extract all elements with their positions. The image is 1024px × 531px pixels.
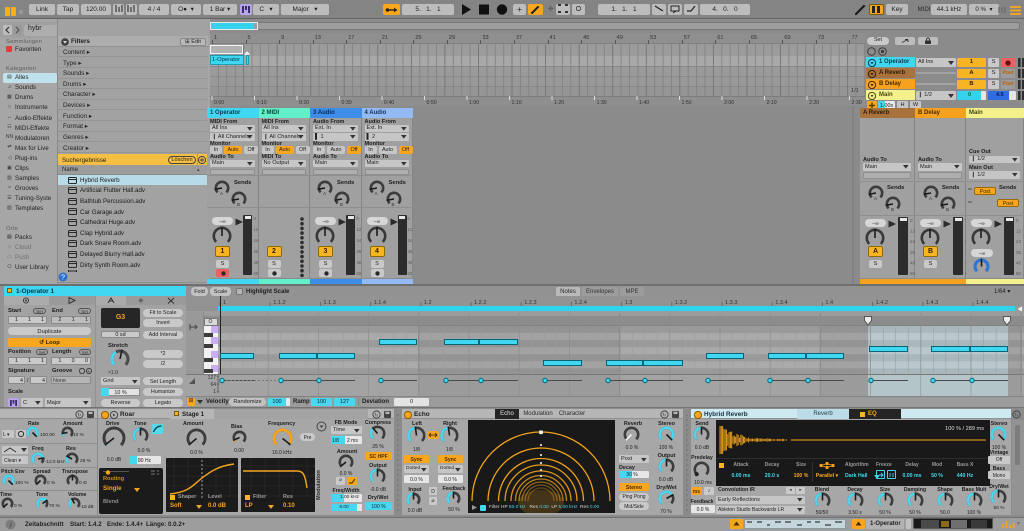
svg-text:0:50: 0:50 (427, 100, 437, 106)
svg-text:48: 48 (1016, 260, 1022, 265)
svg-text:✳: ✳ (138, 297, 144, 305)
svg-text:↻: ↻ (1014, 413, 1018, 419)
svg-text:36: 36 (1016, 250, 1022, 255)
svg-text:0:00: 0:00 (214, 100, 224, 106)
svg-text:2:00: 2:00 (724, 100, 734, 106)
svg-text:0: 0 (356, 216, 359, 221)
svg-text:0: 0 (253, 216, 256, 221)
svg-text:2:10: 2:10 (767, 100, 777, 106)
svg-text:24: 24 (1016, 239, 1022, 244)
svg-text:12: 12 (408, 227, 413, 232)
svg-text:1:40: 1:40 (639, 100, 649, 106)
svg-text:+: + (87, 369, 90, 374)
svg-text:0:30: 0:30 (342, 100, 352, 106)
svg-text:?: ? (61, 274, 65, 281)
svg-text:36: 36 (408, 249, 413, 254)
svg-text:0:10: 0:10 (257, 100, 267, 106)
svg-text:60: 60 (408, 271, 413, 276)
svg-text:↻: ↻ (662, 413, 666, 419)
svg-text:48: 48 (408, 260, 413, 265)
svg-text:0: 0 (1016, 218, 1019, 223)
svg-text:0:20: 0:20 (299, 100, 309, 106)
svg-text:24: 24 (408, 238, 413, 243)
svg-text:1:10: 1:10 (512, 100, 522, 106)
svg-text:0: 0 (408, 216, 411, 221)
svg-text:100 % / 289 ms: 100 % / 289 ms (945, 426, 984, 432)
svg-text:60: 60 (1016, 271, 1022, 276)
svg-text:↻: ↻ (374, 413, 378, 419)
svg-text:1:50: 1:50 (682, 100, 692, 106)
svg-text:1:30: 1:30 (597, 100, 607, 106)
svg-text:0: 0 (910, 218, 913, 223)
svg-text:↻: ↻ (77, 413, 81, 419)
svg-text:2:20: 2:20 (809, 100, 819, 106)
svg-text:1:20: 1:20 (554, 100, 564, 106)
svg-text:1:00: 1:00 (469, 100, 479, 106)
svg-text:12: 12 (1016, 229, 1022, 234)
svg-text:0:40: 0:40 (384, 100, 394, 106)
